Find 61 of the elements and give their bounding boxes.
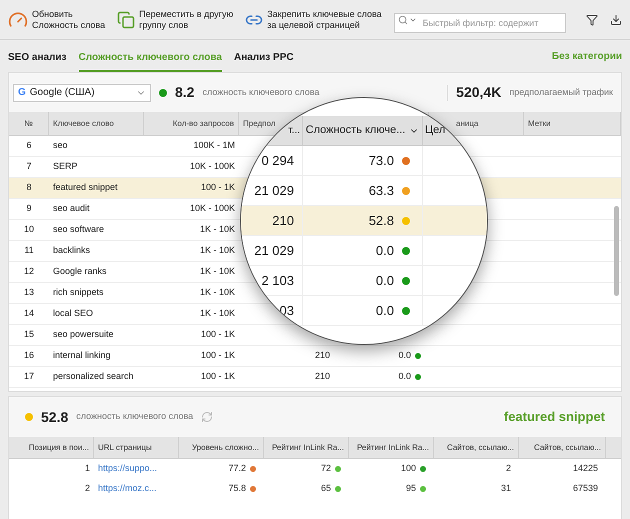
- column-header[interactable]: т...: [288, 123, 300, 138]
- scrollbar[interactable]: [614, 206, 619, 296]
- squares-icon: [117, 10, 136, 28]
- download-icon[interactable]: [610, 12, 622, 26]
- column-header[interactable]: Сложность ключе...: [306, 122, 420, 139]
- row-number: 8: [9, 178, 49, 198]
- difficulty-cell[interactable]: 52.8: [303, 206, 423, 235]
- difficulty-cell-text: 0.0: [398, 349, 411, 362]
- position-cell-text: 2: [84, 482, 91, 496]
- column-header[interactable]: Ключевое слово: [53, 118, 114, 130]
- traffic-cell: 21 029: [241, 236, 303, 265]
- tab[interactable]: Анализ PPC: [234, 40, 294, 72]
- sites-cell-text: 14225: [572, 462, 598, 476]
- difficulty-value: 8.2: [175, 83, 194, 102]
- table-cell: [423, 206, 487, 235]
- column-header[interactable]: Сайтов, ссылаю...: [434, 437, 519, 458]
- sites-cell-text: 2: [506, 462, 511, 476]
- column-header[interactable]: Предпол: [243, 118, 276, 130]
- search-icon: [398, 14, 408, 24]
- url-link[interactable]: https://moz.c...: [98, 482, 157, 496]
- keyword-title: featured snippet: [504, 408, 605, 426]
- difficulty-cell-text: 0.0: [398, 370, 411, 384]
- volume-cell: 100 - 1K: [144, 178, 239, 198]
- column-header[interactable]: Метки: [528, 118, 551, 130]
- tab[interactable]: SEO анализ: [8, 40, 67, 72]
- sites-cell-text: 31: [500, 482, 511, 496]
- score-cell-text: 75.8: [228, 482, 246, 496]
- sites-cell-text: 67539: [572, 482, 598, 496]
- traffic-cell: 210: [241, 206, 303, 235]
- column-header[interactable]: аница: [456, 118, 478, 130]
- url-link[interactable]: https://suppo...: [98, 462, 158, 476]
- traffic-cell-text: 210: [314, 370, 330, 384]
- keyword-cell[interactable]: featured snippet: [49, 178, 144, 198]
- gauge-icon: [8, 10, 28, 30]
- position-cell-text: 1: [84, 462, 91, 476]
- toolbar-button[interactable]: Обновить Сложность слова: [8, 8, 106, 30]
- difficulty-value: 52.8: [41, 408, 68, 426]
- column-header[interactable]: Сайтов, ссылаю...: [519, 437, 606, 458]
- difficulty-label: сложность ключевого слова: [76, 410, 194, 424]
- column-header[interactable]: URL страницы: [94, 437, 179, 458]
- filter-field[interactable]: Быстрый фильтр: содержит: [394, 12, 566, 32]
- score-cell-text: 65: [320, 482, 331, 496]
- column-header[interactable]: Рейтинг InLink Ra...: [349, 437, 434, 458]
- traffic-value: 520,4K: [456, 83, 502, 102]
- traffic-cell-text: 210: [314, 349, 330, 362]
- score-cell-text: 100: [400, 462, 416, 476]
- traffic-label: предполагаемый трафик: [509, 86, 614, 99]
- column-header[interactable]: Цел: [425, 122, 446, 139]
- toolbar-button[interactable]: Закрепить ключевые слова за целевой страницей: [245, 8, 382, 30]
- filter-icon[interactable]: [586, 12, 598, 26]
- difficulty-label: сложность ключевого слова: [202, 86, 320, 99]
- column-header[interactable]: Рейтинг InLink Ra...: [264, 437, 349, 458]
- column-header[interactable]: Кол-во запросов: [172, 118, 234, 130]
- column-header[interactable]: Уровень сложно...: [179, 437, 264, 458]
- column-header[interactable]: №: [24, 118, 33, 130]
- score-cell-text: 95: [406, 482, 416, 496]
- score-cell-text: 72: [320, 462, 331, 476]
- traffic-cell: 21 029: [241, 176, 303, 205]
- toolbar-button[interactable]: Переместить в другую группу слов: [117, 8, 234, 30]
- column-header[interactable]: Позиция в пои...: [9, 437, 94, 458]
- score-cell-text: 77.2: [228, 462, 246, 476]
